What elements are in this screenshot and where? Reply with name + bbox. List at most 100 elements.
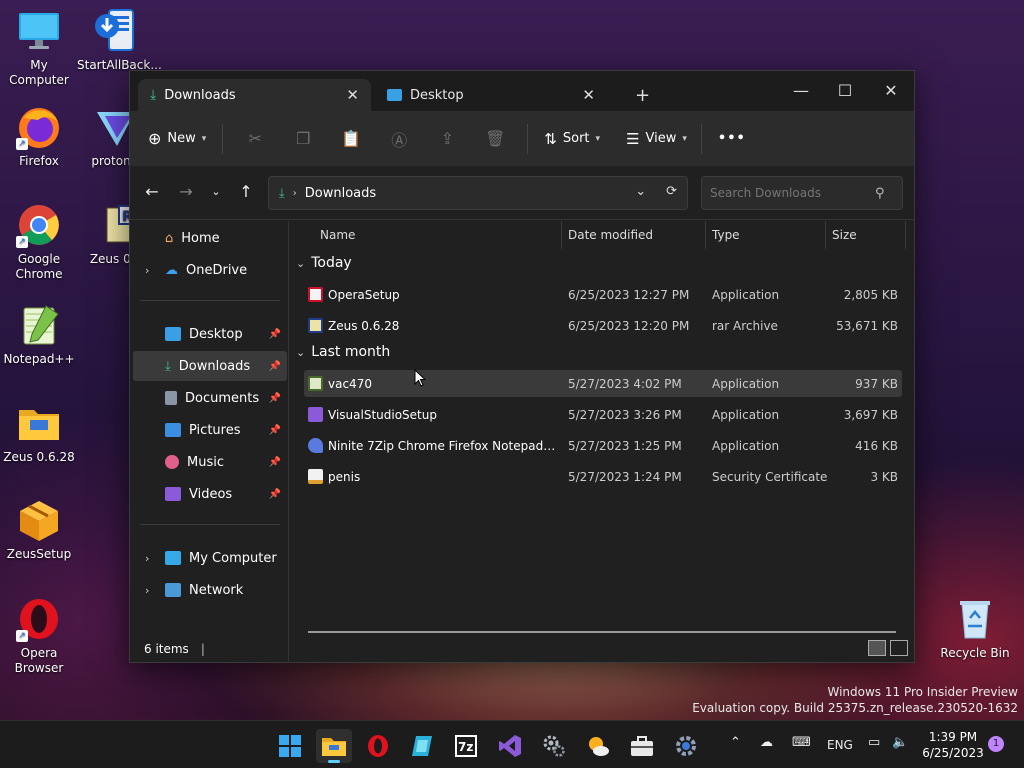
sidebar-item-onedrive[interactable]: › ☁ OneDrive	[133, 255, 287, 285]
sidebar-item-pictures[interactable]: Pictures 📌	[133, 415, 287, 445]
taskbar-settings[interactable]	[668, 729, 704, 763]
start-button[interactable]	[272, 729, 308, 763]
pin-icon[interactable]: 📌	[269, 393, 281, 404]
taskbar-control-panel[interactable]	[536, 729, 572, 763]
desktop-icon-my-computer[interactable]: My Computer	[0, 8, 78, 88]
sidebar-item-my-computer[interactable]: › My Computer	[133, 543, 287, 573]
expand-chevron-icon[interactable]: ›	[145, 552, 149, 565]
svg-text:7z: 7z	[458, 740, 473, 754]
taskbar-weather[interactable]	[580, 729, 616, 763]
table-row[interactable]: vac470 5/27/2023 4:02 PM Application 937…	[304, 370, 902, 397]
address-dropdown-icon[interactable]: ⌄	[635, 184, 646, 199]
table-row[interactable]: Ninite 7Zip Chrome Firefox Notepad Inst.…	[304, 432, 902, 459]
search-input[interactable]	[701, 176, 903, 210]
show-hidden-icons-chevron-icon[interactable]: ⌃	[730, 735, 741, 750]
volume-icon[interactable]: 🔈	[892, 735, 908, 750]
navigation-bar: ← → ⌄ ↑ ⤓ › Downloads ⌄ ⟳ ⚲	[130, 166, 914, 220]
tab-downloads[interactable]: ⤓ Downloads ✕	[138, 79, 371, 111]
sidebar-item-documents[interactable]: Documents 📌	[133, 383, 287, 413]
desktop-icon-zeussetup[interactable]: ZeusSetup	[0, 497, 78, 562]
pin-icon[interactable]: 📌	[269, 329, 281, 340]
column-header-name[interactable]: Name	[320, 221, 355, 249]
taskbar-file-explorer[interactable]	[316, 729, 352, 763]
close-tab-icon[interactable]: ✕	[582, 86, 595, 104]
pin-icon[interactable]: 📌	[269, 425, 281, 436]
desktop-icon-opera[interactable]: ↗ Opera Browser	[0, 596, 78, 676]
pin-icon[interactable]: 📌	[269, 489, 281, 500]
group-header-last-month[interactable]: ⌄ Last month	[296, 344, 390, 360]
address-bar[interactable]: ⤓ › Downloads ⌄ ⟳	[268, 176, 688, 210]
taskbar-opera[interactable]	[360, 729, 396, 763]
expand-chevron-icon[interactable]: ›	[145, 264, 149, 277]
sort-button[interactable]: ⇅ Sort ▾	[544, 130, 600, 148]
copy-icon[interactable]: ❐	[279, 129, 327, 148]
file-size: 937 KB	[855, 376, 898, 391]
share-icon[interactable]: ⇪	[423, 129, 471, 148]
notification-badge[interactable]: 1	[988, 736, 1004, 752]
back-arrow-icon[interactable]: ←	[142, 182, 162, 201]
sidebar-item-desktop[interactable]: Desktop 📌	[133, 319, 287, 349]
status-divider: |	[200, 642, 205, 656]
taskbar: 7z ⌃ ☁ ⌨ ENG ▭ 🔈 1:39 PM 6/25/2023 1	[0, 720, 1024, 768]
table-row[interactable]: penis 5/27/2023 1:24 PM Security Certifi…	[304, 463, 902, 490]
refresh-icon[interactable]: ⟳	[666, 184, 677, 199]
horizontal-scrollbar[interactable]	[308, 631, 896, 633]
expand-chevron-icon[interactable]: ›	[145, 584, 149, 597]
tiles-view-icon[interactable]	[890, 640, 908, 656]
group-header-today[interactable]: ⌄ Today	[296, 255, 352, 271]
desktop-icon-zeus-folder[interactable]: Zeus 0.6.28	[0, 400, 78, 465]
desktop-icon-notepadpp[interactable]: Notepad++	[0, 302, 78, 367]
column-divider[interactable]	[905, 221, 906, 249]
pin-icon[interactable]: 📌	[269, 361, 281, 372]
minimize-button[interactable]: —	[778, 77, 824, 105]
desktop-icon-recycle-bin[interactable]: Recycle Bin	[936, 596, 1014, 661]
paste-icon[interactable]: 📋	[327, 129, 375, 148]
column-header-type[interactable]: Type	[712, 221, 740, 249]
column-divider[interactable]	[705, 221, 706, 249]
column-header-date[interactable]: Date modified	[568, 221, 653, 249]
tab-desktop[interactable]: Desktop ✕	[375, 79, 607, 111]
sidebar-item-music[interactable]: Music 📌	[133, 447, 287, 477]
close-window-button[interactable]: ✕	[868, 77, 914, 105]
taskbar-visual-studio[interactable]	[492, 729, 528, 763]
more-options-button[interactable]: •••	[718, 131, 746, 146]
taskbar-7zip[interactable]: 7z	[448, 729, 484, 763]
rename-icon[interactable]: Ⓐ	[375, 127, 423, 151]
network-disconnected-icon[interactable]: ☁	[760, 735, 773, 750]
desktop-icon-label: Firefox	[19, 154, 59, 168]
sidebar-item-network[interactable]: › Network	[133, 575, 287, 605]
forward-arrow-icon[interactable]: →	[176, 182, 196, 201]
sidebar-item-videos[interactable]: Videos 📌	[133, 479, 287, 509]
touch-keyboard-icon[interactable]: ⌨	[792, 735, 811, 750]
cut-icon[interactable]: ✂	[231, 129, 279, 148]
table-row[interactable]: VisualStudioSetup 5/27/2023 3:26 PM Appl…	[304, 401, 902, 428]
delete-icon[interactable]: 🗑	[471, 129, 519, 148]
column-divider[interactable]	[825, 221, 826, 249]
chevron-down-icon: ▾	[595, 133, 601, 144]
view-button[interactable]: ☰ View ▾	[626, 130, 687, 148]
mouse-cursor-icon	[414, 369, 426, 387]
sidebar-item-home[interactable]: ⌂ Home	[133, 223, 287, 253]
column-divider[interactable]	[561, 221, 562, 249]
table-row[interactable]: Zeus 0.6.28 6/25/2023 12:20 PM rar Archi…	[304, 312, 902, 339]
desktop-icon-firefox[interactable]: ↗ Firefox	[0, 104, 78, 169]
system-clock[interactable]: 1:39 PM 6/25/2023	[918, 729, 988, 761]
recent-chevron-icon[interactable]: ⌄	[206, 185, 226, 198]
desktop-icon-startallback[interactable]: StartAllBack...	[77, 8, 162, 73]
close-tab-icon[interactable]: ✕	[346, 86, 359, 104]
new-button[interactable]: ⊕ New ▾	[148, 129, 206, 148]
sidebar-item-downloads[interactable]: ⤓ Downloads 📌	[133, 351, 287, 381]
network-monitor-icon[interactable]: ▭	[868, 735, 880, 750]
table-row[interactable]: OperaSetup 6/25/2023 12:27 PM Applicatio…	[304, 281, 902, 308]
taskbar-toolbox[interactable]	[624, 729, 660, 763]
maximize-button[interactable]: ☐	[822, 77, 868, 105]
taskbar-app-installer[interactable]	[404, 729, 440, 763]
pin-icon[interactable]: 📌	[269, 457, 281, 468]
breadcrumb-downloads[interactable]: Downloads	[305, 186, 376, 201]
desktop-icon-chrome[interactable]: ↗ Google Chrome	[0, 202, 78, 282]
up-arrow-icon[interactable]: ↑	[236, 182, 256, 201]
details-view-icon[interactable]	[868, 640, 886, 656]
column-header-size[interactable]: Size	[832, 221, 857, 249]
language-indicator[interactable]: ENG	[827, 738, 853, 752]
new-tab-button[interactable]: +	[635, 85, 650, 106]
